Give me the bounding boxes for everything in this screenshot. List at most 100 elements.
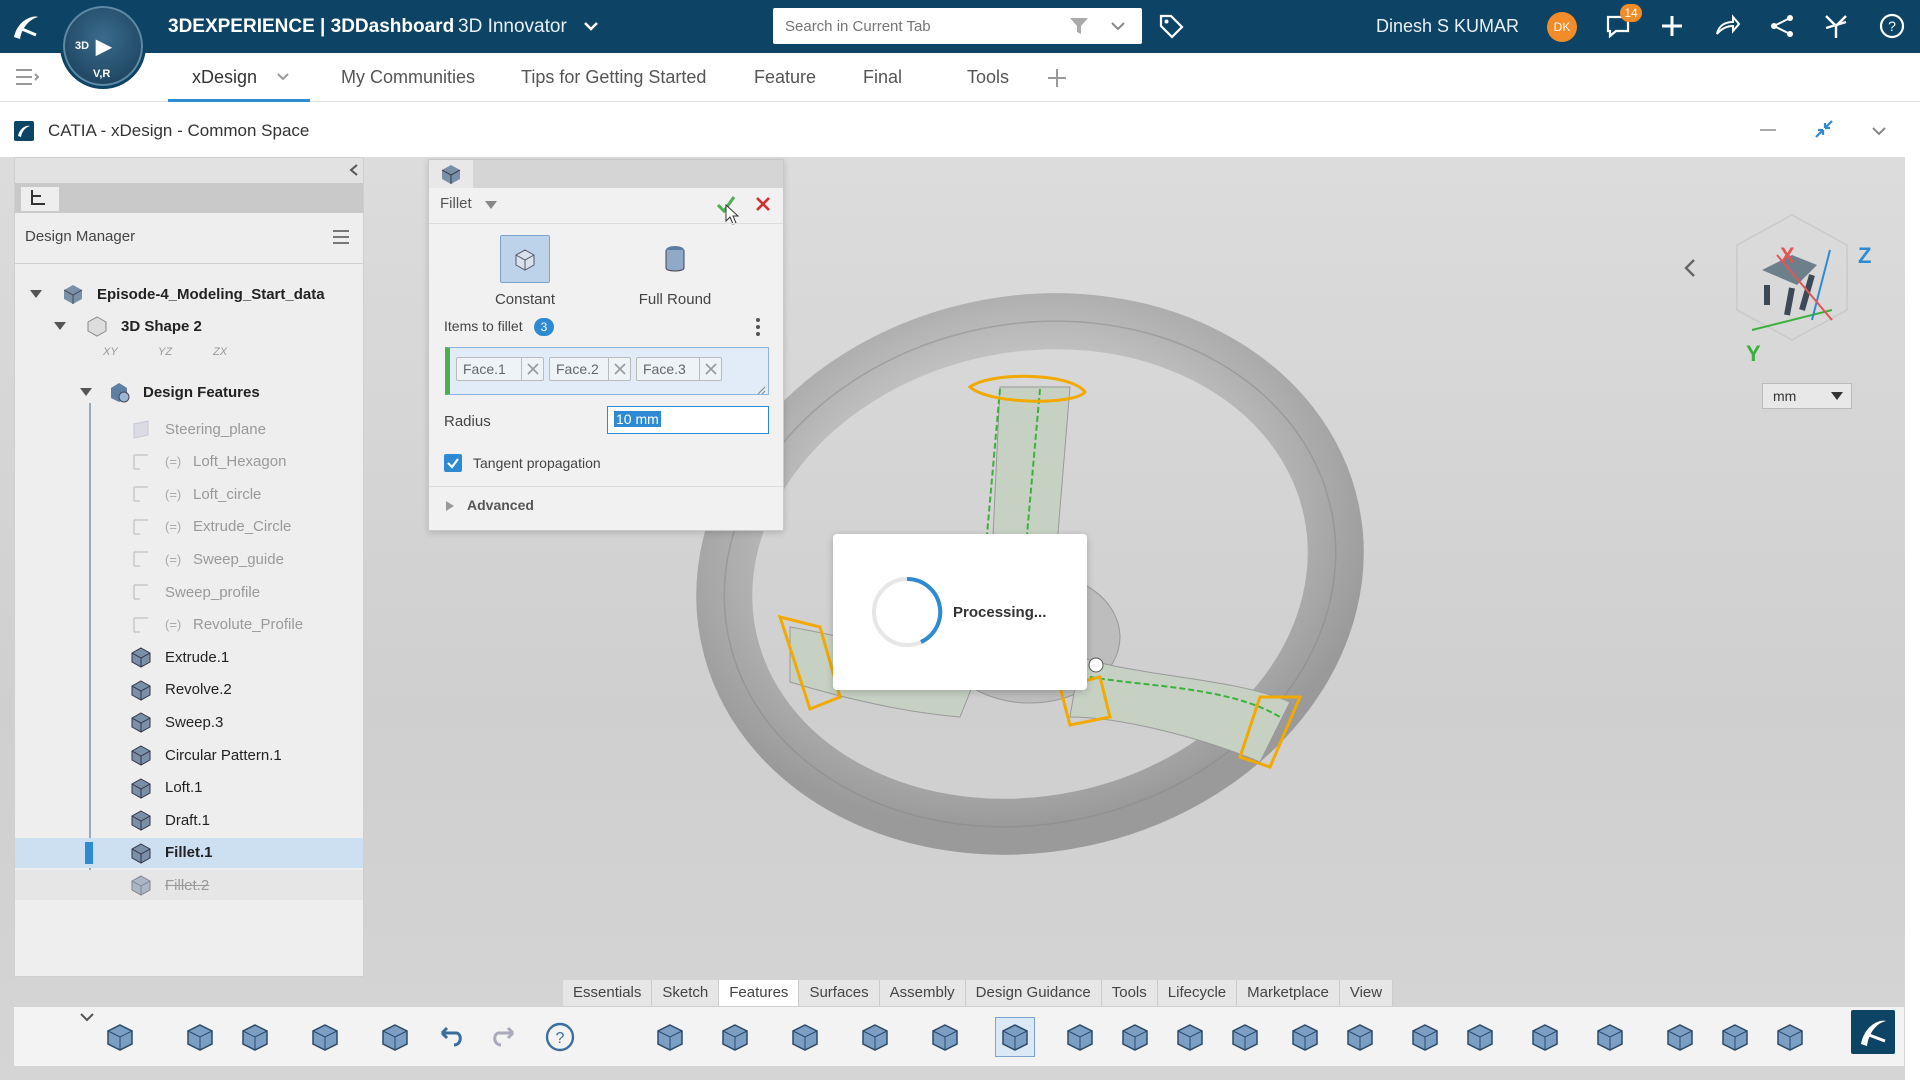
role-chevron-icon[interactable]: [582, 17, 600, 35]
tree-item[interactable]: (=) Loft_circle: [15, 479, 363, 509]
tree-item[interactable]: Loft.1: [15, 773, 363, 803]
bottom-tab[interactable]: Assembly: [879, 980, 966, 1006]
remove-face-icon[interactable]: [608, 358, 630, 380]
face-chip-2[interactable]: Face.2: [549, 357, 631, 381]
split-icon[interactable]: [1460, 1017, 1500, 1057]
pattern-icon[interactable]: [1340, 1017, 1380, 1057]
plane-xy-icon[interactable]: XY: [103, 346, 118, 358]
remove-icon[interactable]: [1590, 1017, 1630, 1057]
fillet-title-chevron-icon[interactable]: [485, 198, 497, 210]
dome-icon[interactable]: [1715, 1017, 1755, 1057]
bottom-tab[interactable]: Tools: [1101, 980, 1158, 1006]
compass-widget[interactable]: 3D ▶ V,R: [60, 3, 146, 89]
tree-menu-icon[interactable]: [331, 228, 351, 246]
3ds-logo-icon[interactable]: [8, 9, 44, 45]
tangent-checkbox[interactable]: [444, 454, 462, 472]
extrude-icon[interactable]: [650, 1017, 690, 1057]
tab-tools[interactable]: Tools: [967, 53, 1009, 102]
tree-item[interactable]: Fillet.2: [15, 870, 363, 901]
add-icon[interactable]: [1656, 10, 1688, 42]
tree-item[interactable]: (=) Loft_Hexagon: [15, 447, 363, 477]
bottom-tab[interactable]: Essentials: [563, 980, 653, 1006]
tree-item[interactable]: Steering_plane: [15, 414, 363, 444]
fillet-icon[interactable]: [995, 1017, 1035, 1057]
expand-icon[interactable]: [29, 287, 43, 301]
3ds-brand-icon[interactable]: [1851, 1010, 1895, 1054]
tree-item[interactable]: Sweep.3: [15, 707, 363, 737]
search-chevron-icon[interactable]: [1109, 17, 1127, 35]
transform-icon[interactable]: [1660, 1017, 1700, 1057]
help-icon[interactable]: ?: [540, 1017, 580, 1057]
chevron-left-icon[interactable]: [1680, 257, 1702, 279]
chamfer-icon[interactable]: [1060, 1017, 1100, 1057]
bottom-tab[interactable]: Lifecycle: [1157, 980, 1238, 1006]
more-options-icon[interactable]: [753, 316, 763, 338]
collapse-panel-icon[interactable]: [347, 163, 361, 177]
tab-feature[interactable]: Feature: [754, 53, 816, 102]
draft-icon[interactable]: [1115, 1017, 1155, 1057]
advanced-expand-icon[interactable]: [445, 499, 455, 511]
fillet-title[interactable]: Fillet: [440, 195, 472, 212]
plane-zx-icon[interactable]: ZX: [213, 346, 227, 358]
filter-icon[interactable]: [1068, 15, 1090, 37]
tree-item[interactable]: (=) Extrude_Circle: [15, 512, 363, 542]
expand-icon[interactable]: [79, 385, 93, 399]
remove-face-icon[interactable]: [521, 358, 543, 380]
minimize-icon[interactable]: [1758, 120, 1778, 140]
items-selection-box[interactable]: Face.1 Face.2 Face.3: [445, 347, 769, 395]
bottom-tab[interactable]: Sketch: [652, 980, 720, 1006]
fillet-tab-icon[interactable]: [429, 160, 473, 188]
plane-yz-icon[interactable]: YZ: [158, 346, 172, 358]
add-tab-icon[interactable]: [1046, 67, 1068, 89]
view-cube[interactable]: [1722, 210, 1862, 350]
bottom-tab[interactable]: Marketplace: [1237, 980, 1340, 1006]
face-chip-1[interactable]: Face.1: [456, 357, 544, 381]
tab-tips[interactable]: Tips for Getting Started: [521, 53, 706, 102]
thicken-icon[interactable]: [1225, 1017, 1265, 1057]
part-icon[interactable]: [180, 1017, 220, 1057]
search-input[interactable]: [773, 8, 1063, 44]
sidebar-toggle-icon[interactable]: [14, 67, 40, 87]
mirror-icon[interactable]: [1285, 1017, 1325, 1057]
constant-option[interactable]: Constant: [485, 235, 565, 315]
tree-item[interactable]: Circular Pattern.1: [15, 740, 363, 770]
user-name[interactable]: Dinesh S KUMAR: [1376, 0, 1519, 53]
tree-item[interactable]: Revolve.2: [15, 675, 363, 705]
header-chevron-icon[interactable]: [1870, 122, 1888, 140]
bottom-tab[interactable]: Surfaces: [799, 980, 880, 1006]
apps-compass-icon[interactable]: [1820, 10, 1852, 42]
radius-input[interactable]: 10 mm: [607, 406, 769, 434]
role-label[interactable]: 3D Innovator: [458, 0, 567, 53]
tab-my-communities[interactable]: My Communities: [341, 53, 475, 102]
units-select[interactable]: mm: [1762, 383, 1852, 409]
loft-icon[interactable]: [925, 1017, 965, 1057]
rib-icon[interactable]: [1405, 1017, 1445, 1057]
tab-final[interactable]: Final: [863, 53, 902, 102]
save-icon[interactable]: [235, 1017, 275, 1057]
avatar[interactable]: DK: [1547, 12, 1577, 42]
combine-icon[interactable]: [1525, 1017, 1565, 1057]
tree-design-features[interactable]: Design Features: [79, 377, 260, 407]
box-icon[interactable]: [1170, 1017, 1210, 1057]
tree-item[interactable]: (=) Sweep_guide: [15, 544, 363, 574]
tree-item[interactable]: Sweep_profile: [15, 577, 363, 607]
face-chip-3[interactable]: Face.3: [636, 357, 722, 381]
shell-icon[interactable]: [715, 1017, 755, 1057]
tab-xdesign[interactable]: xDesign: [168, 53, 310, 102]
cancel-icon[interactable]: [754, 195, 772, 213]
tree-item[interactable]: Fillet.1: [15, 837, 363, 868]
tag-icon[interactable]: [1155, 10, 1187, 42]
compass-play-icon[interactable]: ▶: [96, 34, 111, 59]
full-round-option[interactable]: Full Round: [635, 235, 715, 315]
bottom-tab[interactable]: View: [1339, 980, 1394, 1006]
help-icon[interactable]: ?: [1876, 10, 1908, 42]
tree-item[interactable]: Draft.1: [15, 805, 363, 835]
tree-root[interactable]: Episode-4_Modeling_Start_data: [29, 279, 325, 309]
undo-icon[interactable]: [430, 1017, 470, 1057]
share-arrow-icon[interactable]: [1711, 10, 1743, 42]
advanced-label[interactable]: Advanced: [467, 497, 534, 513]
tree-item[interactable]: Extrude.1: [15, 642, 363, 672]
bottom-tab[interactable]: Features: [719, 980, 800, 1006]
bottom-tab[interactable]: Design Guidance: [965, 980, 1102, 1006]
redo-icon[interactable]: [485, 1017, 525, 1057]
